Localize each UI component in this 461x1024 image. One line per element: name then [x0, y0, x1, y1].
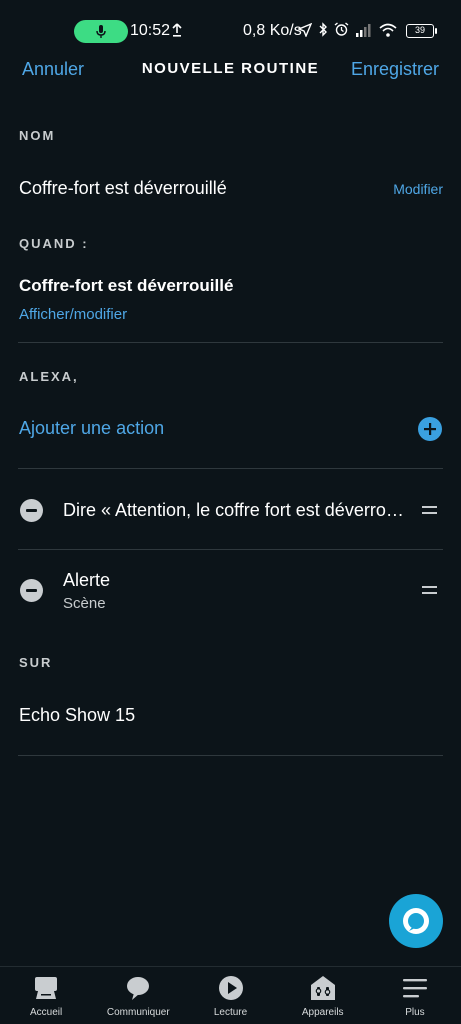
nav-item-devices[interactable]: Appareils: [277, 967, 369, 1024]
drag-handle-icon[interactable]: [422, 505, 437, 515]
trigger-name: Coffre-fort est déverrouillé: [19, 276, 234, 295]
nav-label: Plus: [405, 1007, 425, 1018]
edit-name-link[interactable]: Modifier: [393, 181, 443, 197]
microphone-icon: [96, 24, 106, 38]
nav-label: Lecture: [213, 1007, 248, 1018]
remove-action-button[interactable]: [20, 499, 43, 522]
drag-handle-icon[interactable]: [422, 585, 437, 595]
alexa-section-label: ALEXA,: [19, 369, 79, 384]
nav-item-play[interactable]: Lecture: [184, 967, 276, 1024]
add-action-link[interactable]: Ajouter une action: [19, 418, 164, 439]
alexa-button[interactable]: [389, 894, 443, 948]
divider: [18, 755, 443, 756]
device-name[interactable]: Echo Show 15: [19, 705, 135, 726]
remove-action-button[interactable]: [20, 579, 43, 602]
status-icons: [298, 22, 397, 37]
nav-item-more[interactable]: Plus: [369, 967, 461, 1024]
nav-label: Communiquer: [106, 1007, 170, 1018]
upload-icon: [172, 23, 182, 37]
action-title[interactable]: Alerte: [63, 570, 110, 591]
on-section-label: SUR: [19, 655, 53, 670]
nav-item-communicate[interactable]: Communiquer: [92, 967, 184, 1024]
action-title[interactable]: Dire « Attention, le coffre fort est dév…: [63, 500, 408, 521]
minus-icon: [26, 589, 37, 592]
signal-icon: [356, 23, 371, 37]
action-subtitle: Scène: [63, 595, 106, 612]
minus-icon: [26, 509, 37, 512]
mic-active-indicator: [74, 20, 128, 43]
view-edit-trigger-link[interactable]: Afficher/modifier: [19, 306, 127, 323]
play-icon: [217, 974, 245, 1002]
nav-item-home[interactable]: Accueil: [0, 967, 92, 1024]
nav-label: Accueil: [29, 1007, 63, 1018]
alarm-icon: [334, 22, 349, 36]
network-speed: 0,8 Ko/s: [243, 22, 302, 39]
divider: [18, 342, 443, 343]
name-section-label: NOM: [19, 128, 56, 143]
plus-icon: [424, 423, 436, 435]
bluetooth-icon: [319, 22, 327, 37]
header: Annuler NOUVELLE ROUTINE Enregistrer: [0, 50, 461, 90]
add-action-button[interactable]: [418, 417, 442, 441]
menu-icon: [401, 974, 429, 1002]
alexa-icon: [403, 908, 429, 934]
chat-bubble-icon: [124, 974, 152, 1002]
home-icon: [32, 974, 60, 1002]
bottom-nav: Accueil Communiquer Lecture Appareils Pl…: [0, 966, 461, 1024]
status-bar: 10:52 0,8 Ko/s 39: [0, 0, 461, 44]
battery-icon: 39: [406, 24, 437, 38]
routine-name: Coffre-fort est déverrouillé: [19, 178, 227, 198]
location-icon: [298, 22, 312, 37]
wifi-icon: [379, 23, 397, 37]
when-section-label: QUAND :: [19, 236, 89, 251]
divider: [18, 468, 443, 469]
nav-label: Appareils: [301, 1007, 344, 1018]
status-time: 10:52: [130, 22, 171, 39]
divider: [18, 549, 443, 550]
save-button[interactable]: Enregistrer: [351, 59, 439, 80]
devices-icon: [309, 974, 337, 1002]
